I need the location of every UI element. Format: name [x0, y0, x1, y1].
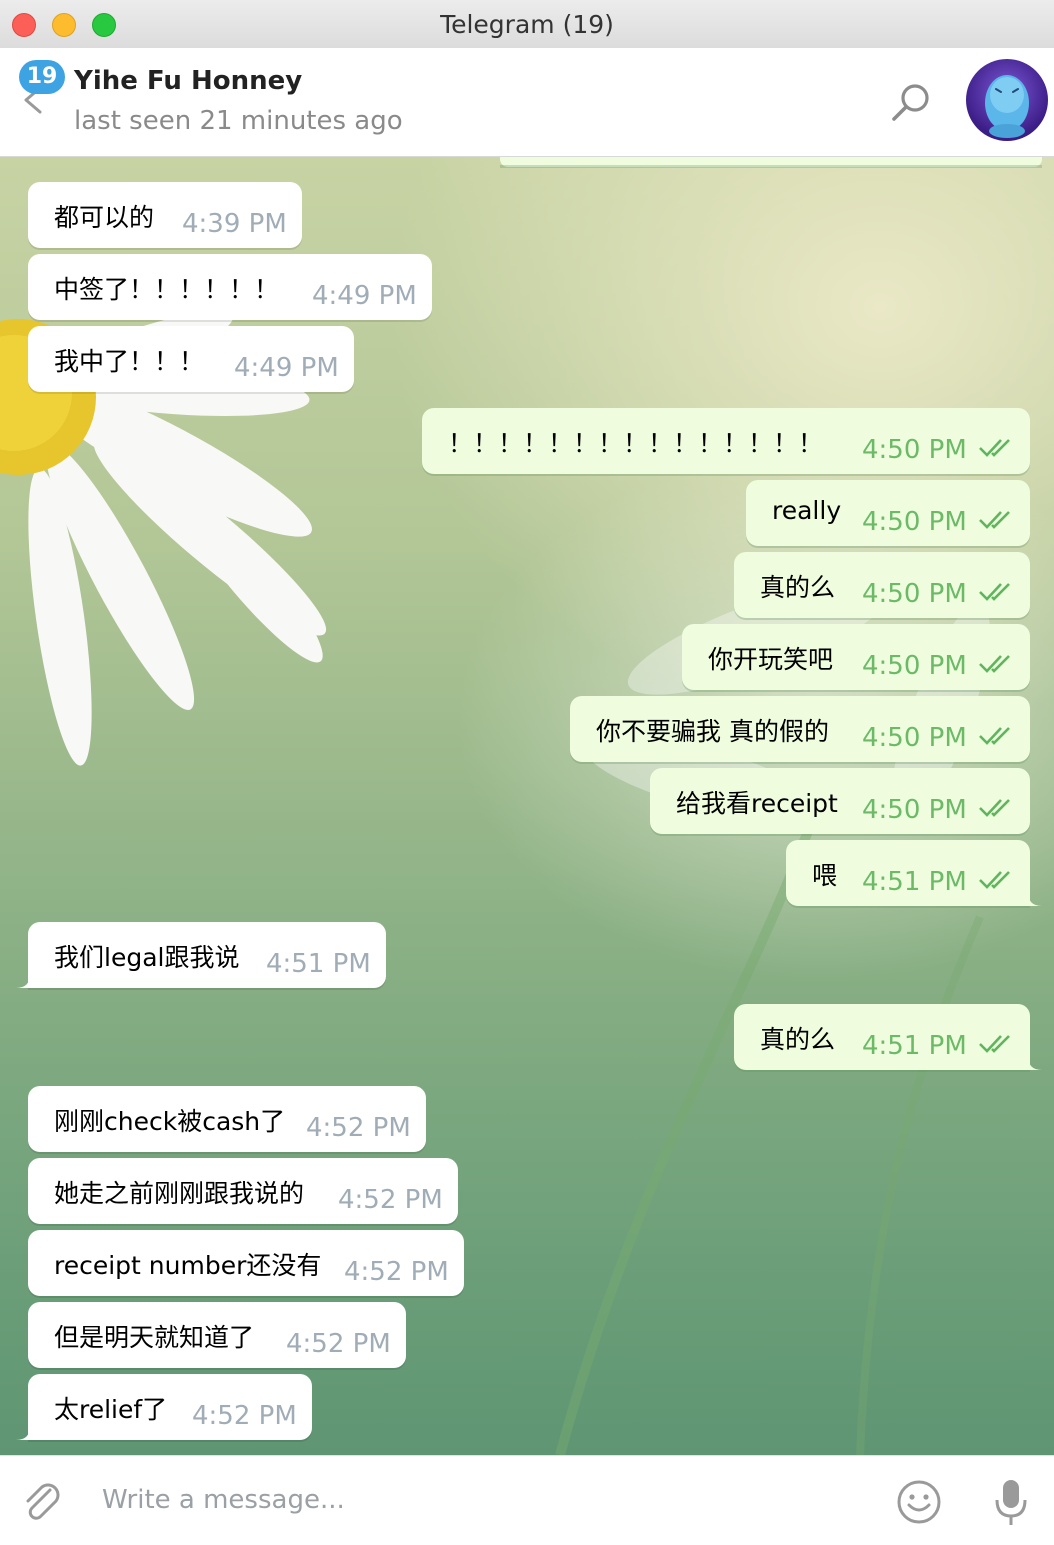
message-text: ！！！！！！！！！！！！！！！ [448, 429, 824, 458]
message-bubble-outgoing[interactable]: 喂 4:51 PM [786, 840, 1042, 906]
message-bubble-incoming[interactable]: 中签了！！！！！！ 4:49 PM [28, 254, 432, 320]
message-time: 4:50 PM [862, 507, 967, 537]
message-time: 4:50 PM [862, 795, 967, 825]
message-time: 4:52 PM [192, 1401, 297, 1431]
message-time: 4:52 PM [306, 1113, 411, 1143]
window-title: Telegram (19) [440, 10, 614, 39]
message-time: 4:50 PM [862, 723, 967, 753]
message-text: 你不要骗我 真的假的 [596, 717, 829, 746]
message-bubble-incoming[interactable]: 刚刚check被cash了 4:52 PM [28, 1086, 426, 1152]
message-time: 4:52 PM [286, 1329, 391, 1359]
bubble-tail [1028, 1056, 1042, 1070]
double-check-icon [979, 799, 1010, 817]
message-time: 4:49 PM [234, 353, 339, 383]
bubble-tail [1028, 892, 1042, 906]
message-text: 但是明天就知道了 [54, 1323, 255, 1352]
message-text: really [772, 496, 842, 525]
peer-avatar[interactable] [966, 59, 1048, 141]
message-text: receipt number还没有 [54, 1251, 322, 1280]
window-titlebar: Telegram (19) [0, 0, 1054, 49]
message-time: 4:39 PM [182, 209, 287, 239]
message-text: 你开玩笑吧 [708, 645, 834, 674]
message-text: 喂 [812, 861, 838, 890]
peer-status: last seen 21 minutes ago [74, 106, 403, 136]
message-text: 都可以的 [54, 203, 155, 232]
message-text: 真的么 [760, 573, 836, 602]
double-check-icon [979, 1035, 1010, 1053]
message-text: 真的么 [760, 1025, 836, 1054]
bubble-tail [16, 1426, 30, 1440]
unread-count-badge[interactable]: 19 [19, 60, 65, 94]
message-bubble-incoming[interactable]: 但是明天就知道了 4:52 PM [28, 1302, 406, 1368]
message-time: 4:51 PM [266, 949, 371, 979]
message-bubble-incoming[interactable]: 她走之前刚刚跟我说的 4:52 PM [28, 1158, 458, 1224]
message-text: 给我看receipt [676, 789, 838, 818]
message-time: 4:51 PM [862, 1031, 967, 1061]
attach-icon[interactable] [20, 1480, 64, 1524]
double-check-icon [979, 655, 1010, 673]
double-check-icon [979, 511, 1010, 529]
message-time: 4:52 PM [338, 1185, 443, 1215]
peer-name[interactable]: Yihe Fu Honney [74, 66, 302, 96]
message-time: 4:50 PM [862, 579, 967, 609]
message-text: 她走之前刚刚跟我说的 [54, 1179, 305, 1208]
message-bubble-incoming[interactable]: 我们legal跟我说 4:51 PM [16, 922, 386, 988]
message-bubble-outgoing[interactable]: 你不要骗我 真的假的 4:50 PM [570, 696, 1030, 762]
emoji-icon[interactable] [896, 1479, 942, 1525]
message-text: 我们legal跟我说 [54, 943, 240, 972]
message-time: 4:51 PM [862, 867, 967, 897]
message-text: 中签了！！！！！！ [54, 275, 280, 304]
double-check-icon [979, 439, 1010, 457]
message-composer [0, 1455, 1054, 1545]
message-bubble-outgoing[interactable]: 真的么 4:50 PM [734, 552, 1030, 618]
message-bubble-incoming[interactable]: 太relief了 4:52 PM [16, 1374, 312, 1440]
message-time: 4:49 PM [312, 281, 417, 311]
microphone-icon[interactable] [990, 1476, 1032, 1528]
message-text: 我中了！！！ [54, 347, 205, 376]
bubble-tail [16, 974, 30, 988]
message-bubble-incoming[interactable]: 都可以的 4:39 PM [28, 182, 302, 248]
message-text: 刚刚check被cash了 [54, 1107, 286, 1136]
message-bubble-outgoing[interactable]: 给我看receipt 4:50 PM [650, 768, 1030, 834]
message-bubble-outgoing[interactable]: 你开玩笑吧 4:50 PM [682, 624, 1030, 690]
double-check-icon [979, 727, 1010, 745]
message-text: 太relief了 [54, 1395, 168, 1424]
message-time: 4:50 PM [862, 651, 967, 681]
avatar-image [985, 75, 1029, 138]
message-list[interactable]: 都可以的 4:39 PM 中签了！！！！！！ 4:49 PM 我中了！！！ 4:… [0, 157, 1054, 1455]
message-bubble-incoming[interactable]: receipt number还没有 4:52 PM [28, 1230, 464, 1296]
message-time: 4:52 PM [344, 1257, 449, 1287]
search-icon[interactable] [888, 80, 934, 126]
double-check-icon [979, 583, 1010, 601]
message-bubble-incoming[interactable]: 我中了！！！ 4:49 PM [28, 326, 354, 392]
message-bubble-outgoing[interactable]: ！！！！！！！！！！！！！！！ 4:50 PM [422, 408, 1030, 474]
message-bubble-outgoing[interactable]: really 4:50 PM [746, 480, 1030, 546]
message-time: 4:50 PM [862, 435, 967, 465]
message-input[interactable] [100, 1476, 864, 1524]
double-check-icon [979, 871, 1010, 889]
message-bubble-outgoing[interactable]: 真的么 4:51 PM [734, 1004, 1042, 1070]
